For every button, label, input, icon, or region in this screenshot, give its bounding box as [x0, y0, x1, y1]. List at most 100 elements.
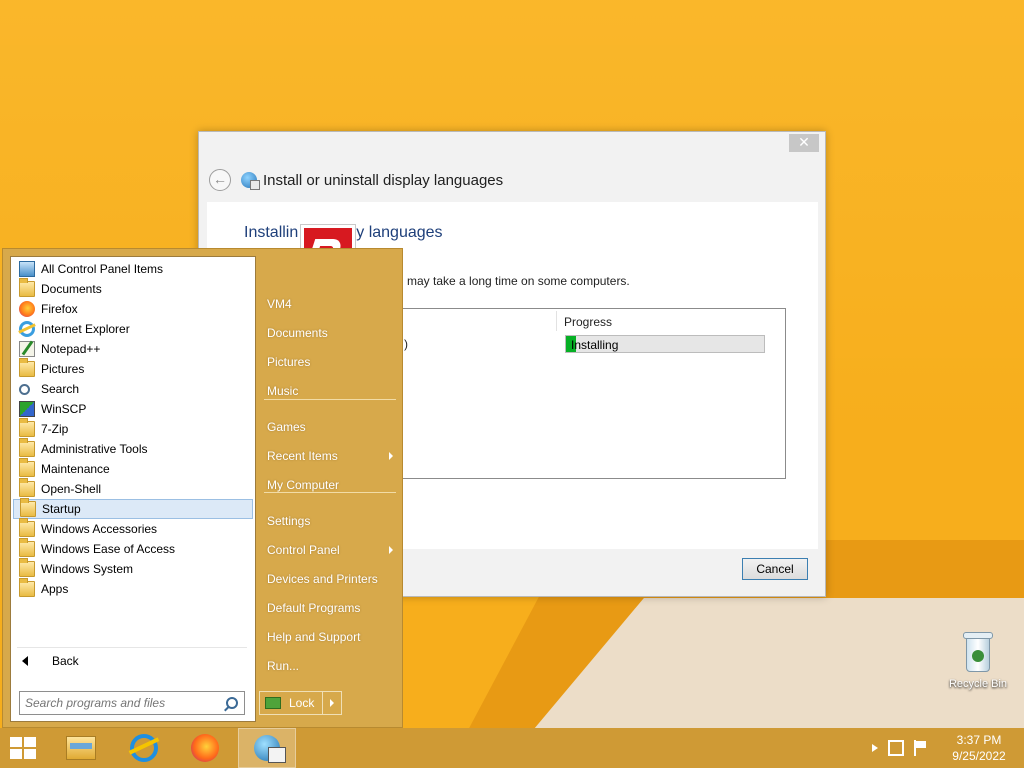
program-item[interactable]: Administrative Tools: [13, 438, 253, 459]
search-icon[interactable]: [226, 697, 238, 709]
start-menu-item[interactable]: Settings: [258, 510, 401, 532]
program-label: Apps: [41, 582, 69, 596]
program-item[interactable]: Windows Ease of Access: [13, 538, 253, 559]
start-menu-item-label: Music: [267, 384, 299, 398]
program-item[interactable]: 7-Zip: [13, 418, 253, 439]
column-header-progress: Progress: [564, 315, 613, 329]
folder-icon: [19, 458, 35, 477]
start-menu-item-label: Default Programs: [267, 601, 361, 615]
start-menu-item[interactable]: Games: [258, 416, 401, 438]
program-label: Windows Ease of Access: [41, 542, 176, 556]
menu-separator: [264, 399, 396, 400]
program-label: Firefox: [41, 302, 78, 316]
start-menu-item-label: Games: [267, 420, 306, 434]
start-menu-item[interactable]: Help and Support: [258, 626, 401, 648]
action-center-flag-icon[interactable]: [914, 740, 930, 756]
program-item[interactable]: Notepad++: [13, 339, 253, 359]
lock-divider: [322, 692, 323, 714]
back-arrow-icon[interactable]: ←: [209, 169, 231, 191]
internet-explorer-icon: [19, 321, 35, 337]
start-menu-item[interactable]: Documents: [258, 322, 401, 344]
start-menu-item[interactable]: Default Programs: [258, 597, 401, 619]
program-label: Open-Shell: [41, 482, 102, 496]
system-tray: [872, 740, 930, 756]
submenu-arrow-icon: [389, 546, 393, 554]
start-menu-item[interactable]: Devices and Printers: [258, 568, 401, 590]
program-item[interactable]: Firefox: [13, 299, 253, 319]
folder-icon: [19, 518, 35, 537]
start-menu-item[interactable]: Run...: [258, 655, 401, 677]
firefox-icon: [19, 301, 35, 317]
taskbar-internet-explorer[interactable]: [115, 728, 173, 768]
folder-icon: [19, 358, 35, 377]
back-label: Back: [52, 654, 79, 668]
program-item[interactable]: Apps: [13, 578, 253, 599]
back-button[interactable]: Back: [13, 650, 253, 672]
column-separator: [556, 311, 557, 331]
start-menu-item[interactable]: Control Panel: [258, 539, 401, 561]
folder-icon: [19, 478, 35, 497]
program-label: WinSCP: [41, 402, 87, 416]
menu-separator: [264, 492, 396, 493]
lock-label: Lock: [289, 696, 315, 710]
network-icon[interactable]: [888, 740, 904, 756]
program-label: Windows Accessories: [41, 522, 158, 536]
program-label: Search: [41, 382, 80, 396]
program-label: Maintenance: [41, 462, 110, 476]
start-menu-item[interactable]: Pictures: [258, 351, 401, 373]
search-box[interactable]: [19, 691, 245, 715]
clock[interactable]: 3:37 PM 9/25/2022: [944, 732, 1014, 764]
search-input[interactable]: [25, 696, 226, 710]
folder-icon: [19, 558, 35, 577]
program-label: Pictures: [41, 362, 85, 376]
taskbar-language-dialog[interactable]: [238, 728, 296, 768]
program-item[interactable]: Windows Accessories: [13, 518, 253, 539]
program-item[interactable]: Documents: [13, 278, 253, 299]
back-triangle-icon: [22, 656, 28, 666]
notepad-icon: [19, 341, 35, 357]
volume-muted-icon[interactable]: [872, 744, 878, 752]
language-globe-icon: [241, 172, 260, 190]
program-item[interactable]: Windows System: [13, 558, 253, 579]
program-item[interactable]: Pictures: [13, 358, 253, 379]
program-item[interactable]: Search: [13, 379, 253, 399]
program-label: Administrative Tools: [41, 442, 148, 456]
close-button[interactable]: ✕: [789, 134, 819, 152]
cancel-button[interactable]: Cancel: [742, 558, 808, 580]
start-menu-item-label: Run...: [267, 659, 300, 673]
program-label: All Control Panel Items: [41, 262, 164, 276]
firefox-icon: [191, 734, 219, 762]
page-heading-right: y languages: [356, 224, 443, 241]
program-item[interactable]: All Control Panel Items: [13, 259, 253, 279]
program-item[interactable]: WinSCP: [13, 399, 253, 419]
internet-explorer-icon: [130, 734, 158, 762]
recycle-bin-shortcut[interactable]: Recycle Bin: [940, 630, 1016, 690]
start-button[interactable]: [8, 736, 38, 760]
start-menu-item-label: VM4: [267, 297, 292, 311]
lock-icon: [265, 697, 281, 709]
lock-options-arrow-icon[interactable]: [330, 699, 334, 707]
start-menu-item[interactable]: Recent Items: [258, 445, 401, 467]
dialog-title: Install or uninstall display languages: [263, 171, 504, 189]
start-menu-item[interactable]: VM4: [258, 293, 401, 315]
program-label: Notepad++: [41, 342, 101, 356]
taskbar-file-explorer[interactable]: [52, 728, 110, 768]
search-icon: [19, 383, 30, 395]
program-item[interactable]: Maintenance: [13, 458, 253, 479]
folder-icon: [19, 438, 35, 457]
start-menu-item-label: Settings: [267, 514, 311, 528]
programs-list: All Control Panel Items Documents Firefox I…: [10, 256, 256, 722]
program-item[interactable]: Internet Explorer: [13, 319, 253, 339]
taskbar-firefox[interactable]: [176, 728, 234, 768]
lock-button[interactable]: Lock: [259, 691, 342, 715]
taskbar: 3:37 PM 9/25/2022: [0, 728, 1024, 768]
folder-icon: [19, 278, 35, 297]
program-label: Internet Explorer: [41, 322, 130, 336]
program-label: Windows System: [41, 562, 134, 576]
program-item[interactable]: Open-Shell: [13, 478, 253, 499]
start-menu-item-label: Recent Items: [267, 449, 338, 463]
folder-icon: [19, 578, 35, 597]
program-item[interactable]: Startup: [13, 498, 253, 519]
program-label: Startup: [42, 502, 81, 516]
clock-time: 3:37 PM: [956, 733, 1002, 747]
